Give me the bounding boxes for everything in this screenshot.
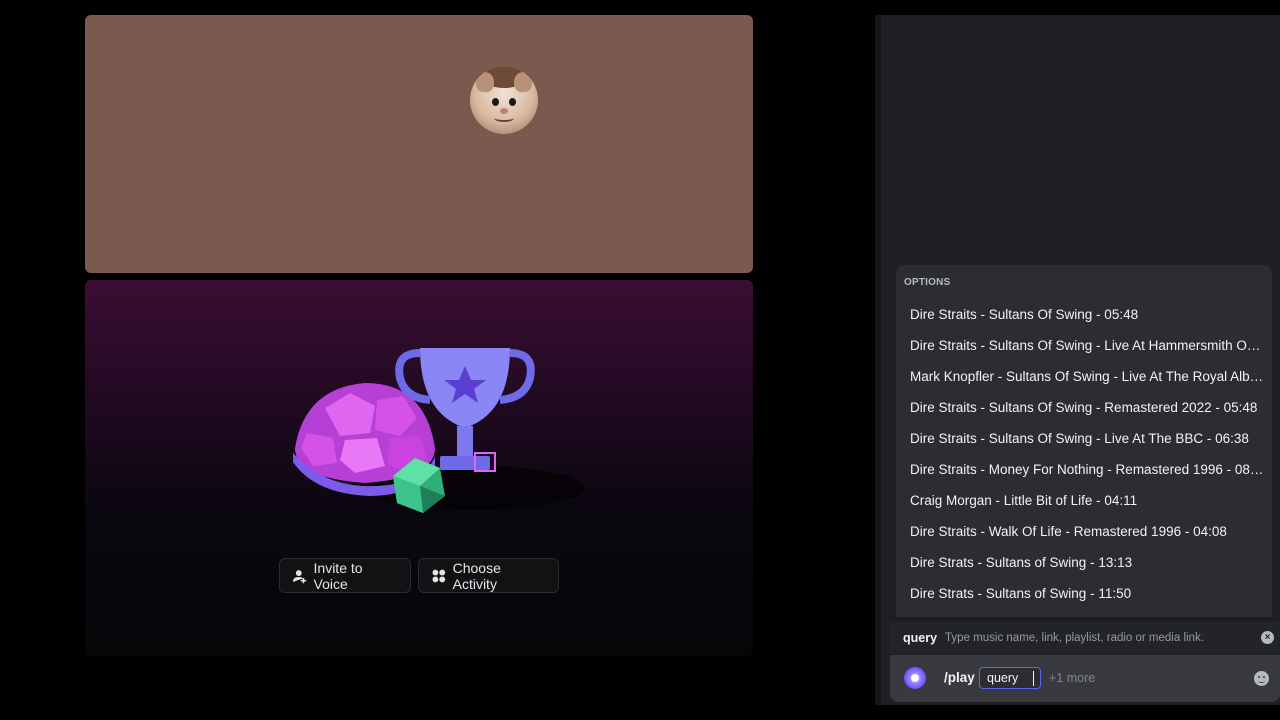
activity-tile: Invite to Voice Choose Activity	[85, 280, 753, 656]
option-item[interactable]: Dire Straits - Sultans Of Swing - Live A…	[902, 423, 1266, 454]
option-item[interactable]: Dire Straits - Sultans Of Swing - 05:48	[902, 299, 1266, 330]
message-composer[interactable]: /play query +1 more	[890, 655, 1280, 702]
query-hint-key: query	[903, 631, 938, 645]
add-user-icon	[292, 569, 307, 583]
option-item[interactable]: Dire Straits - Money For Nothing - Remas…	[902, 454, 1266, 485]
query-hint-bar: query Type music name, link, playlist, r…	[890, 622, 1280, 654]
more-options-label[interactable]: +1 more	[1049, 671, 1095, 685]
option-item[interactable]: Craig Morgan - Little Bit of Life - 04:1…	[902, 485, 1266, 516]
query-hint-text: Type music name, link, playlist, radio o…	[945, 632, 1204, 644]
activity-illustration	[293, 348, 585, 513]
bot-avatar-icon	[904, 667, 926, 689]
option-list: Dire Straits - Sultans Of Swing - 05:48 …	[902, 299, 1266, 609]
user-avatar	[470, 66, 538, 134]
text-caret	[1033, 671, 1034, 686]
slash-command: /play	[944, 670, 975, 685]
option-item[interactable]: Dire Strats - Sultans of Swing - 13:13	[902, 547, 1266, 578]
voice-stage: Invite to Voice Choose Activity	[0, 0, 872, 720]
activity-grid-icon	[432, 569, 446, 582]
invite-to-voice-label: Invite to Voice	[313, 559, 363, 592]
invite-to-voice-button[interactable]: Invite to Voice	[279, 558, 411, 593]
option-item[interactable]: Dire Straits - Walk Of Life - Remastered…	[902, 516, 1266, 547]
choose-activity-button[interactable]: Choose Activity	[418, 558, 559, 593]
user-video-tile[interactable]	[85, 15, 753, 273]
option-item[interactable]: Dire Straits - Sultans Of Swing - Live A…	[902, 330, 1266, 361]
option-item[interactable]: Dire Straits - Sultans Of Swing - Remast…	[902, 392, 1266, 423]
close-icon[interactable]: ×	[1261, 631, 1274, 644]
options-title: OPTIONS	[904, 277, 951, 288]
emoji-icon[interactable]	[1254, 671, 1269, 686]
choose-activity-label: Choose Activity	[452, 559, 501, 592]
autocomplete-options: OPTIONS Dire Straits - Sultans Of Swing …	[896, 265, 1272, 617]
panel-divider	[875, 15, 881, 705]
query-option-input[interactable]: query	[979, 667, 1041, 689]
option-item[interactable]: Mark Knopfler - Sultans Of Swing - Live …	[902, 361, 1266, 392]
option-item[interactable]: Dire Strats - Sultans of Swing - 11:50	[902, 578, 1266, 609]
